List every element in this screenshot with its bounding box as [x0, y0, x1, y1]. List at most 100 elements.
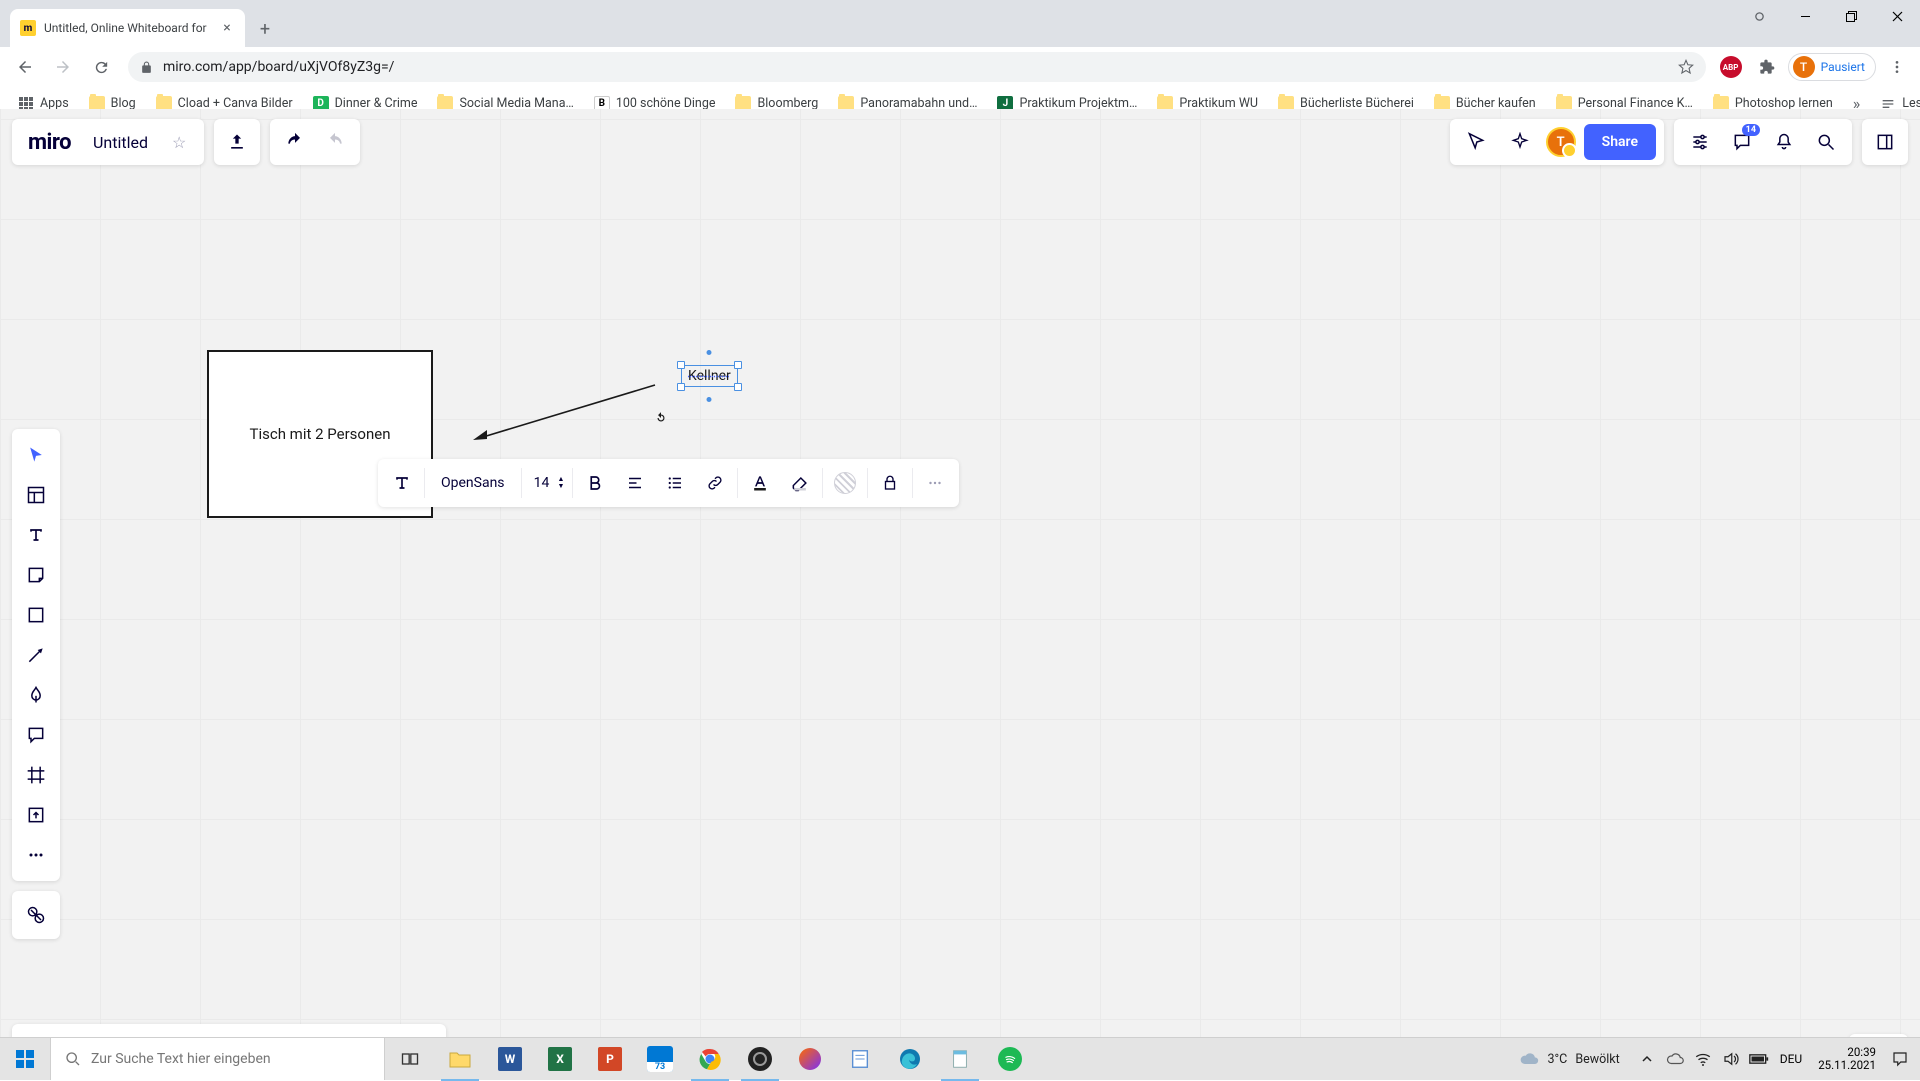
redo-button[interactable]	[318, 125, 352, 159]
app-task-1[interactable]	[785, 1038, 835, 1081]
window-minimize-button[interactable]	[1782, 0, 1828, 32]
align-button[interactable]	[615, 463, 655, 503]
upload-tool[interactable]	[16, 795, 56, 835]
arrow-connector[interactable]	[465, 379, 660, 444]
share-button[interactable]: Share	[1584, 124, 1656, 160]
text-tool[interactable]	[16, 515, 56, 555]
tab-close-button[interactable]: ×	[219, 20, 235, 36]
shape-tool[interactable]	[16, 595, 56, 635]
abp-extension-icon[interactable]: ABP	[1716, 52, 1746, 82]
font-size-decrease[interactable]: ▼	[558, 483, 565, 490]
taskbar-clock[interactable]: 20:39 25.11.2021	[1810, 1046, 1884, 1072]
edge-task[interactable]	[885, 1038, 935, 1081]
resize-handle-se[interactable]	[734, 383, 742, 391]
resize-handle-sw[interactable]	[677, 383, 685, 391]
templates-tool[interactable]	[16, 475, 56, 515]
font-size-value[interactable]: 14	[530, 475, 554, 491]
rotate-handle[interactable]	[654, 411, 668, 425]
resize-handle-nw[interactable]	[677, 361, 685, 369]
weather-widget[interactable]: 3°C Bewölkt	[1507, 1049, 1631, 1069]
text-label[interactable]: Kellner	[682, 366, 737, 386]
highlight-button[interactable]	[780, 463, 820, 503]
cloud-icon	[1666, 1050, 1684, 1068]
cursor-tracking-button[interactable]	[1458, 124, 1494, 160]
battery-tray-icon[interactable]	[1746, 1038, 1772, 1081]
task-icons: W X P 73	[385, 1038, 1035, 1080]
language-indicator[interactable]: DEU	[1774, 1052, 1808, 1066]
chrome-menu-button[interactable]	[1882, 52, 1912, 82]
frame-tool[interactable]	[16, 755, 56, 795]
browser-back-button[interactable]	[8, 52, 42, 82]
extensions-button[interactable]	[1752, 52, 1782, 82]
obs-task[interactable]	[735, 1038, 785, 1081]
connection-line-tool[interactable]	[16, 635, 56, 675]
bookmark-star-icon[interactable]	[1678, 59, 1694, 75]
address-bar[interactable]: miro.com/app/board/uXjVOf8yZ3g=/	[128, 52, 1706, 82]
sticky-note-tool[interactable]	[16, 555, 56, 595]
export-button[interactable]	[214, 119, 260, 165]
onedrive-tray-icon[interactable]	[1662, 1038, 1688, 1081]
activity-panel-button[interactable]	[1862, 119, 1908, 165]
board-title[interactable]: Untitled	[89, 133, 152, 152]
fill-color-button[interactable]	[825, 463, 865, 503]
more-options-button[interactable]	[915, 463, 955, 503]
window-maximize-button[interactable]	[1828, 0, 1874, 32]
lock-button[interactable]	[870, 463, 910, 503]
file-explorer-task[interactable]	[435, 1038, 485, 1081]
action-center-button[interactable]	[1886, 1050, 1914, 1068]
list-button[interactable]	[655, 463, 695, 503]
link-button[interactable]	[695, 463, 735, 503]
comment-tool[interactable]	[16, 715, 56, 755]
calendar-task[interactable]: 73	[635, 1038, 685, 1081]
bold-button[interactable]	[575, 463, 615, 503]
account-dot-icon[interactable]	[1736, 0, 1782, 32]
reactions-button[interactable]	[1502, 124, 1538, 160]
browser-forward-button[interactable]	[46, 52, 80, 82]
apps-button[interactable]	[12, 891, 60, 939]
notes-task[interactable]	[835, 1038, 885, 1081]
selected-text-object[interactable]: Kellner	[682, 366, 737, 386]
lock-icon	[140, 61, 153, 74]
apps-icon	[26, 905, 46, 925]
powerpoint-task[interactable]: P	[585, 1038, 635, 1081]
wifi-tray-icon[interactable]	[1690, 1038, 1716, 1081]
resize-handle-ne[interactable]	[734, 361, 742, 369]
browser-tab[interactable]: m Untitled, Online Whiteboard for ×	[10, 9, 245, 47]
volume-tray-icon[interactable]	[1718, 1038, 1744, 1081]
browser-reload-button[interactable]	[84, 52, 118, 82]
browser-chrome: m Untitled, Online Whiteboard for × + mi…	[0, 0, 1920, 109]
notepad-task[interactable]	[935, 1038, 985, 1081]
profile-pill[interactable]: T Pausiert	[1788, 53, 1876, 81]
undo-button[interactable]	[278, 125, 312, 159]
text-color-button[interactable]	[740, 463, 780, 503]
comments-button[interactable]: 14	[1722, 122, 1762, 162]
word-task[interactable]: W	[485, 1038, 535, 1081]
notifications-button[interactable]	[1764, 122, 1804, 162]
pen-tool[interactable]	[16, 675, 56, 715]
excel-task[interactable]: X	[535, 1038, 585, 1081]
text-icon	[392, 473, 412, 493]
settings-button[interactable]	[1680, 122, 1720, 162]
arrow-icon	[26, 645, 46, 665]
task-view-button[interactable]	[385, 1038, 435, 1081]
taskbar-search[interactable]: Zur Suche Text hier eingeben	[50, 1038, 385, 1080]
spotify-task[interactable]	[985, 1038, 1035, 1081]
start-button[interactable]	[0, 1038, 50, 1080]
search-icon	[65, 1051, 81, 1067]
canvas[interactable]	[0, 109, 1920, 1080]
selection-dot	[707, 350, 712, 355]
new-tab-button[interactable]: +	[251, 15, 279, 43]
chrome-task[interactable]	[685, 1038, 735, 1081]
template-icon	[26, 485, 46, 505]
select-tool[interactable]	[16, 435, 56, 475]
edge-icon	[898, 1047, 922, 1071]
tray-overflow-button[interactable]	[1634, 1038, 1660, 1081]
search-button[interactable]	[1806, 122, 1846, 162]
text-type-button[interactable]	[382, 463, 422, 503]
window-close-button[interactable]	[1874, 0, 1920, 32]
user-avatar[interactable]: T	[1546, 127, 1576, 157]
miro-logo[interactable]: miro	[28, 130, 71, 155]
font-family-selector[interactable]: OpenSans	[427, 475, 519, 491]
favorite-star-button[interactable]: ☆	[170, 133, 188, 152]
more-tools-button[interactable]	[16, 835, 56, 875]
